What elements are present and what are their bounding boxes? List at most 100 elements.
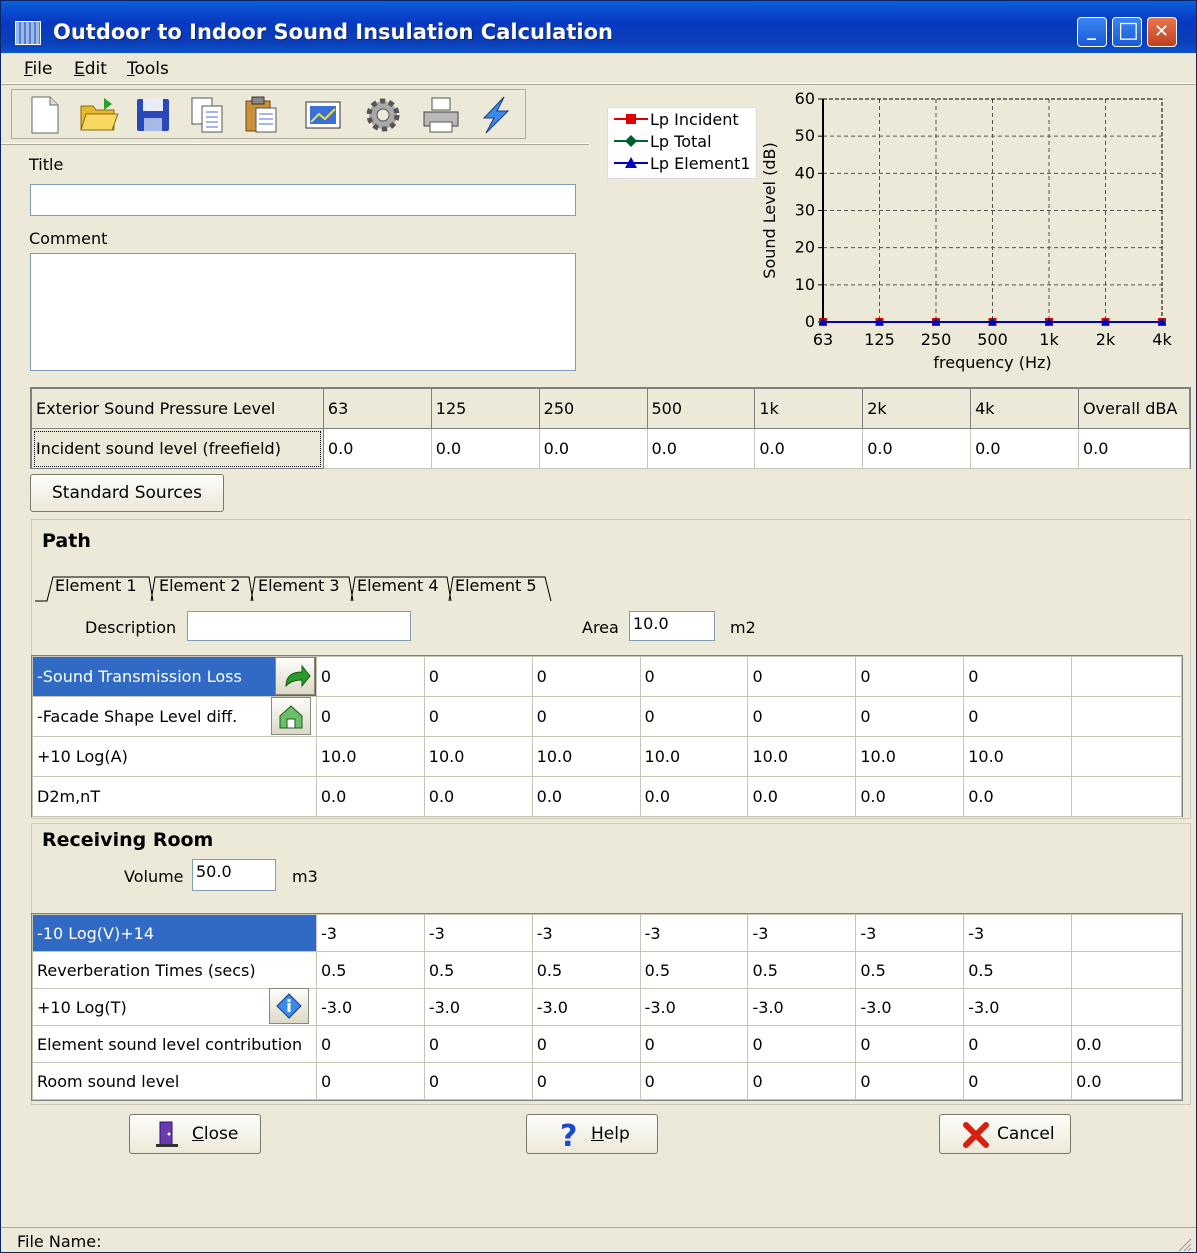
menu-edit[interactable]: Edit — [74, 59, 107, 79]
grid-cell[interactable] — [1071, 736, 1182, 777]
grid-cell[interactable]: 0.0 — [855, 776, 965, 817]
grid-cell[interactable]: 0 — [963, 1025, 1073, 1063]
grid-cell[interactable]: 0.5 — [747, 951, 857, 989]
standard-sources-button[interactable]: Standard Sources — [30, 474, 224, 512]
description-input[interactable] — [187, 611, 411, 641]
grid-cell[interactable]: 0 — [315, 1025, 425, 1063]
grid-cell[interactable]: 0 — [855, 696, 965, 737]
grid-cell[interactable] — [1071, 951, 1182, 989]
incident-level-cell[interactable]: 0.0 — [322, 428, 432, 469]
grid-cell[interactable]: 0 — [639, 656, 749, 697]
grid-cell[interactable]: 10.0 — [423, 736, 533, 777]
grid-cell[interactable]: 0 — [747, 696, 857, 737]
new-icon[interactable] — [24, 94, 66, 136]
grid-cell[interactable]: 0.5 — [531, 951, 641, 989]
grid-cell[interactable]: 0 — [423, 656, 533, 697]
transmission-loss-button[interactable] — [275, 657, 315, 695]
grid-cell[interactable]: 0.5 — [855, 951, 965, 989]
grid-cell[interactable]: 10.0 — [531, 736, 641, 777]
grid-cell[interactable]: 0 — [747, 656, 857, 697]
grid-cell[interactable]: 0 — [855, 656, 965, 697]
grid-cell[interactable]: 0 — [315, 656, 425, 697]
facade-shape-button[interactable] — [271, 697, 311, 735]
close-button[interactable]: Close — [129, 1114, 261, 1154]
paste-icon[interactable] — [240, 94, 282, 136]
incident-level-cell[interactable]: 0.0 — [538, 428, 648, 469]
incident-level-cell[interactable]: 0.0 — [430, 428, 540, 469]
row-label[interactable]: -Sound Transmission Loss — [32, 656, 317, 697]
row-label[interactable]: D2m,nT — [32, 776, 317, 817]
grid-cell[interactable]: 0.0 — [639, 776, 749, 817]
grid-cell[interactable]: 0 — [639, 1025, 749, 1063]
grid-cell[interactable]: 0.0 — [423, 776, 533, 817]
cancel-button[interactable]: Cancel — [939, 1114, 1071, 1154]
grid-cell[interactable]: -3.0 — [423, 988, 533, 1026]
incident-level-cell[interactable]: 0.0 — [1077, 428, 1191, 469]
maximize-button[interactable]: □ — [1112, 17, 1142, 47]
grid-cell[interactable]: -3.0 — [855, 988, 965, 1026]
lightning-icon[interactable] — [474, 94, 516, 136]
save-icon[interactable] — [132, 94, 174, 136]
copy-icon[interactable] — [186, 94, 228, 136]
grid-cell[interactable] — [1071, 988, 1182, 1026]
grid-cell[interactable]: 0.5 — [315, 951, 425, 989]
grid-cell[interactable]: 0.0 — [1071, 1062, 1182, 1100]
resize-grip-icon[interactable] — [1176, 1236, 1192, 1252]
grid-cell[interactable]: 0 — [855, 1025, 965, 1063]
grid-cell[interactable]: 0 — [531, 1025, 641, 1063]
grid-cell[interactable]: 0 — [423, 1062, 533, 1100]
reverberation-info-button[interactable] — [269, 988, 309, 1024]
grid-cell[interactable]: 0 — [747, 1062, 857, 1100]
grid-cell[interactable]: -3.0 — [531, 988, 641, 1026]
grid-cell[interactable] — [1071, 914, 1182, 952]
minimize-button[interactable]: _ — [1077, 17, 1107, 47]
grid-cell[interactable]: -3.0 — [315, 988, 425, 1026]
grid-cell[interactable]: 0 — [747, 1025, 857, 1063]
grid-cell[interactable]: 0 — [855, 1062, 965, 1100]
grid-cell[interactable]: 10.0 — [639, 736, 749, 777]
print-icon[interactable] — [420, 94, 462, 136]
incident-level-cell[interactable]: 0.0 — [862, 428, 972, 469]
menu-tools[interactable]: Tools — [127, 59, 169, 79]
grid-cell[interactable]: 0.5 — [963, 951, 1073, 989]
grid-cell[interactable]: 10.0 — [747, 736, 857, 777]
grid-cell[interactable]: 0 — [963, 696, 1073, 737]
incident-level-label[interactable]: Incident sound level (freefield) — [31, 428, 324, 469]
gear-icon[interactable] — [362, 94, 404, 136]
grid-cell[interactable]: 0 — [423, 696, 533, 737]
chart-icon[interactable] — [302, 94, 344, 136]
grid-cell[interactable]: 0.0 — [1071, 1025, 1182, 1063]
grid-cell[interactable]: -3 — [747, 914, 857, 952]
grid-cell[interactable]: -3 — [315, 914, 425, 952]
grid-cell[interactable]: -3 — [639, 914, 749, 952]
row-label[interactable]: Room sound level — [32, 1062, 317, 1100]
close-window-button[interactable]: ✕ — [1147, 17, 1177, 47]
incident-level-cell[interactable]: 0.0 — [754, 428, 864, 469]
comment-textarea[interactable] — [30, 253, 576, 371]
grid-cell[interactable]: 10.0 — [855, 736, 965, 777]
title-bar[interactable]: Outdoor to Indoor Sound Insulation Calcu… — [1, 1, 1196, 53]
grid-cell[interactable]: 0.0 — [747, 776, 857, 817]
row-label[interactable]: +10 Log(A) — [32, 736, 317, 777]
grid-cell[interactable]: 0 — [639, 696, 749, 737]
title-input[interactable] — [30, 184, 576, 216]
open-folder-icon[interactable] — [78, 94, 120, 136]
grid-cell[interactable]: 0.0 — [531, 776, 641, 817]
grid-cell[interactable]: 0 — [963, 656, 1073, 697]
area-input[interactable]: 10.0 — [629, 611, 715, 641]
grid-cell[interactable]: 0 — [963, 1062, 1073, 1100]
grid-cell[interactable]: 0 — [531, 656, 641, 697]
grid-cell[interactable]: -3 — [963, 914, 1073, 952]
grid-cell[interactable]: -3.0 — [963, 988, 1073, 1026]
help-button[interactable]: ? Help — [526, 1114, 658, 1154]
grid-cell[interactable] — [1071, 776, 1182, 817]
grid-cell[interactable]: -3 — [423, 914, 533, 952]
row-label[interactable]: -10 Log(V)+14 — [32, 914, 317, 952]
grid-cell[interactable]: 0 — [531, 1062, 641, 1100]
grid-cell[interactable] — [1071, 696, 1182, 737]
grid-cell[interactable]: 0.0 — [315, 776, 425, 817]
grid-cell[interactable]: 10.0 — [315, 736, 425, 777]
grid-cell[interactable]: -3.0 — [747, 988, 857, 1026]
row-label[interactable]: Reverberation Times (secs) — [32, 951, 317, 989]
grid-cell[interactable]: 0 — [531, 696, 641, 737]
